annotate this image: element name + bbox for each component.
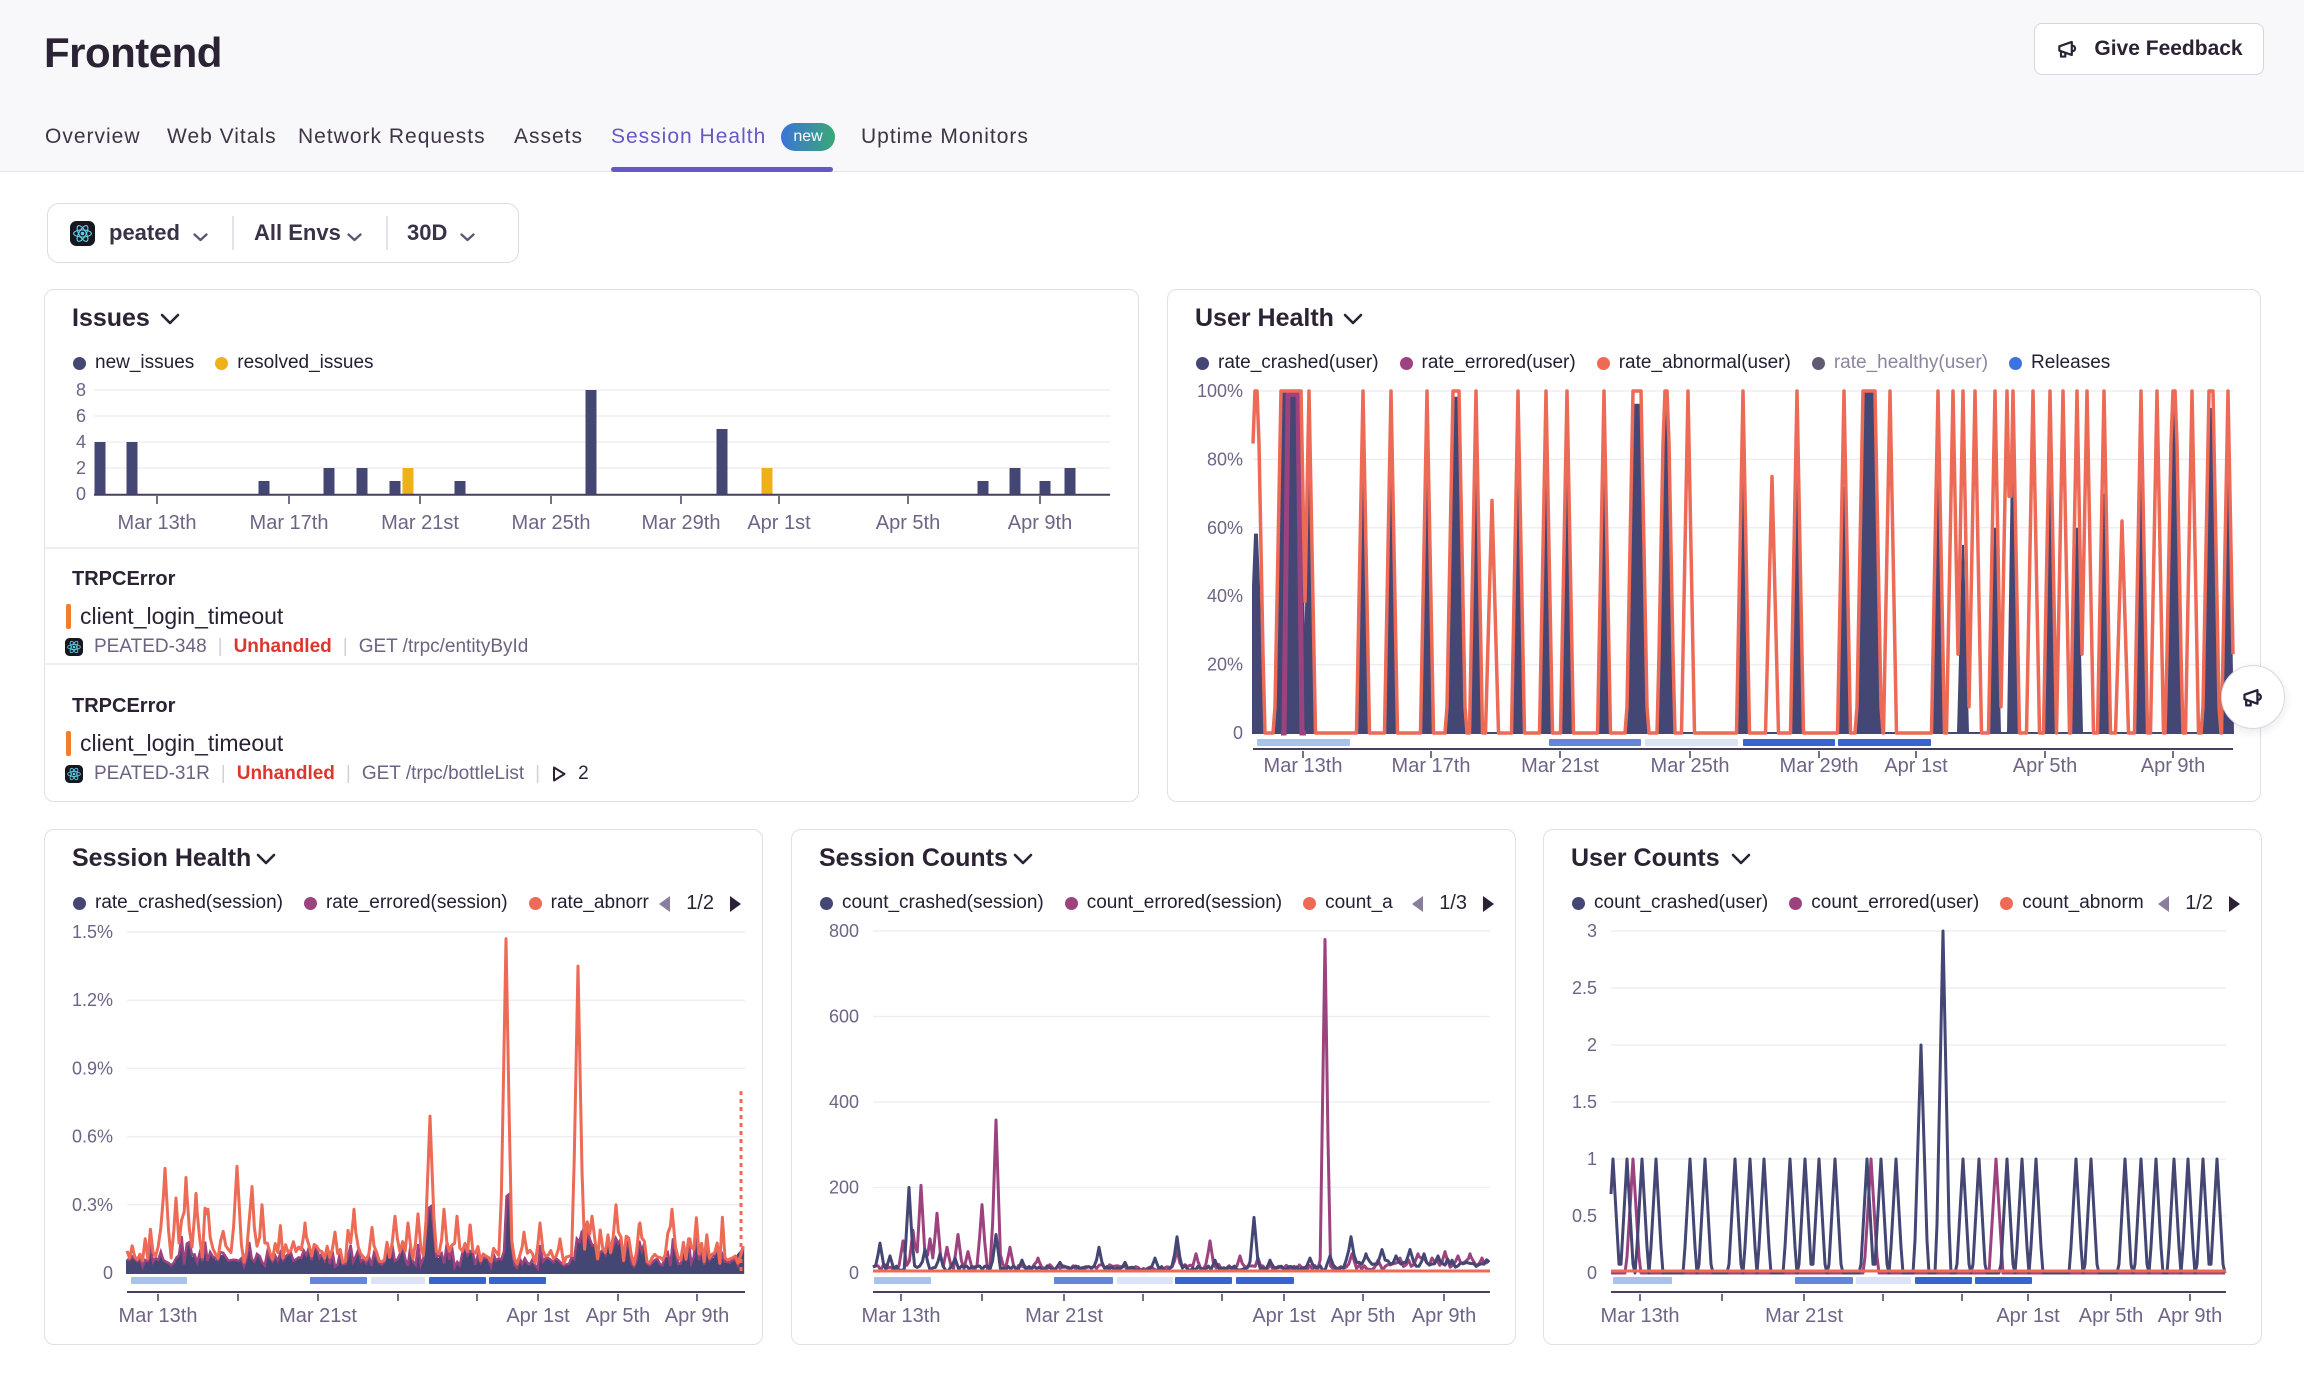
svg-text:Mar 21st: Mar 21st xyxy=(279,1305,357,1327)
svg-text:Mar 13th: Mar 13th xyxy=(862,1305,941,1327)
svg-text:Apr 1st: Apr 1st xyxy=(1884,755,1948,777)
svg-text:Mar 25th: Mar 25th xyxy=(1651,755,1730,777)
svg-text:Apr 9th: Apr 9th xyxy=(665,1305,729,1327)
svg-text:Mar 21st: Mar 21st xyxy=(1765,1305,1843,1327)
svg-text:2: 2 xyxy=(76,458,86,478)
svg-text:800: 800 xyxy=(829,921,859,941)
svg-text:Apr 5th: Apr 5th xyxy=(2079,1305,2143,1327)
svg-text:0: 0 xyxy=(1587,1263,1597,1283)
svg-text:Apr 5th: Apr 5th xyxy=(1331,1305,1395,1327)
svg-text:400: 400 xyxy=(829,1092,859,1112)
svg-text:Apr 9th: Apr 9th xyxy=(2141,755,2205,777)
svg-text:Mar 29th: Mar 29th xyxy=(1780,755,1859,777)
svg-text:Apr 9th: Apr 9th xyxy=(1412,1305,1476,1327)
svg-text:0.6%: 0.6% xyxy=(72,1127,113,1147)
svg-text:0.3%: 0.3% xyxy=(72,1195,113,1215)
svg-text:4: 4 xyxy=(76,432,86,452)
svg-text:600: 600 xyxy=(829,1007,859,1027)
svg-text:3: 3 xyxy=(1587,921,1597,941)
svg-text:1: 1 xyxy=(1587,1149,1597,1169)
svg-text:Mar 13th: Mar 13th xyxy=(1601,1305,1680,1327)
svg-text:Apr 1st: Apr 1st xyxy=(1996,1305,2060,1327)
svg-text:1.5: 1.5 xyxy=(1572,1092,1597,1112)
svg-text:6: 6 xyxy=(76,406,86,426)
svg-text:1.5%: 1.5% xyxy=(72,922,113,942)
svg-text:80%: 80% xyxy=(1207,449,1243,469)
svg-text:2.5: 2.5 xyxy=(1572,978,1597,998)
svg-text:Mar 21st: Mar 21st xyxy=(1025,1305,1103,1327)
svg-text:200: 200 xyxy=(829,1178,859,1198)
svg-text:Mar 29th: Mar 29th xyxy=(642,512,721,534)
svg-text:Apr 1st: Apr 1st xyxy=(506,1305,570,1327)
svg-text:8: 8 xyxy=(76,380,86,400)
svg-text:0.5: 0.5 xyxy=(1572,1206,1597,1226)
svg-text:Mar 25th: Mar 25th xyxy=(512,512,591,534)
svg-text:Mar 17th: Mar 17th xyxy=(1392,755,1471,777)
svg-text:0: 0 xyxy=(76,484,86,504)
svg-text:Apr 9th: Apr 9th xyxy=(1008,512,1072,534)
svg-text:2: 2 xyxy=(1587,1035,1597,1055)
svg-text:Apr 1st: Apr 1st xyxy=(747,512,811,534)
svg-text:Mar 13th: Mar 13th xyxy=(119,1305,198,1327)
svg-text:Mar 17th: Mar 17th xyxy=(250,512,329,534)
svg-text:60%: 60% xyxy=(1207,518,1243,538)
svg-text:0: 0 xyxy=(103,1263,113,1283)
svg-text:100%: 100% xyxy=(1197,381,1243,401)
svg-text:Apr 5th: Apr 5th xyxy=(2013,755,2077,777)
svg-text:Apr 5th: Apr 5th xyxy=(876,512,940,534)
svg-text:0: 0 xyxy=(849,1263,859,1283)
svg-text:Apr 9th: Apr 9th xyxy=(2158,1305,2222,1327)
svg-text:Apr 1st: Apr 1st xyxy=(1252,1305,1316,1327)
svg-text:0.9%: 0.9% xyxy=(72,1058,113,1078)
svg-text:Mar 13th: Mar 13th xyxy=(118,512,197,534)
svg-text:20%: 20% xyxy=(1207,655,1243,675)
svg-text:1.2%: 1.2% xyxy=(72,990,113,1010)
svg-text:Apr 5th: Apr 5th xyxy=(586,1305,650,1327)
svg-text:40%: 40% xyxy=(1207,586,1243,606)
svg-text:Mar 13th: Mar 13th xyxy=(1264,755,1343,777)
svg-text:0: 0 xyxy=(1233,723,1243,743)
svg-text:Mar 21st: Mar 21st xyxy=(381,512,459,534)
svg-text:Mar 21st: Mar 21st xyxy=(1521,755,1599,777)
